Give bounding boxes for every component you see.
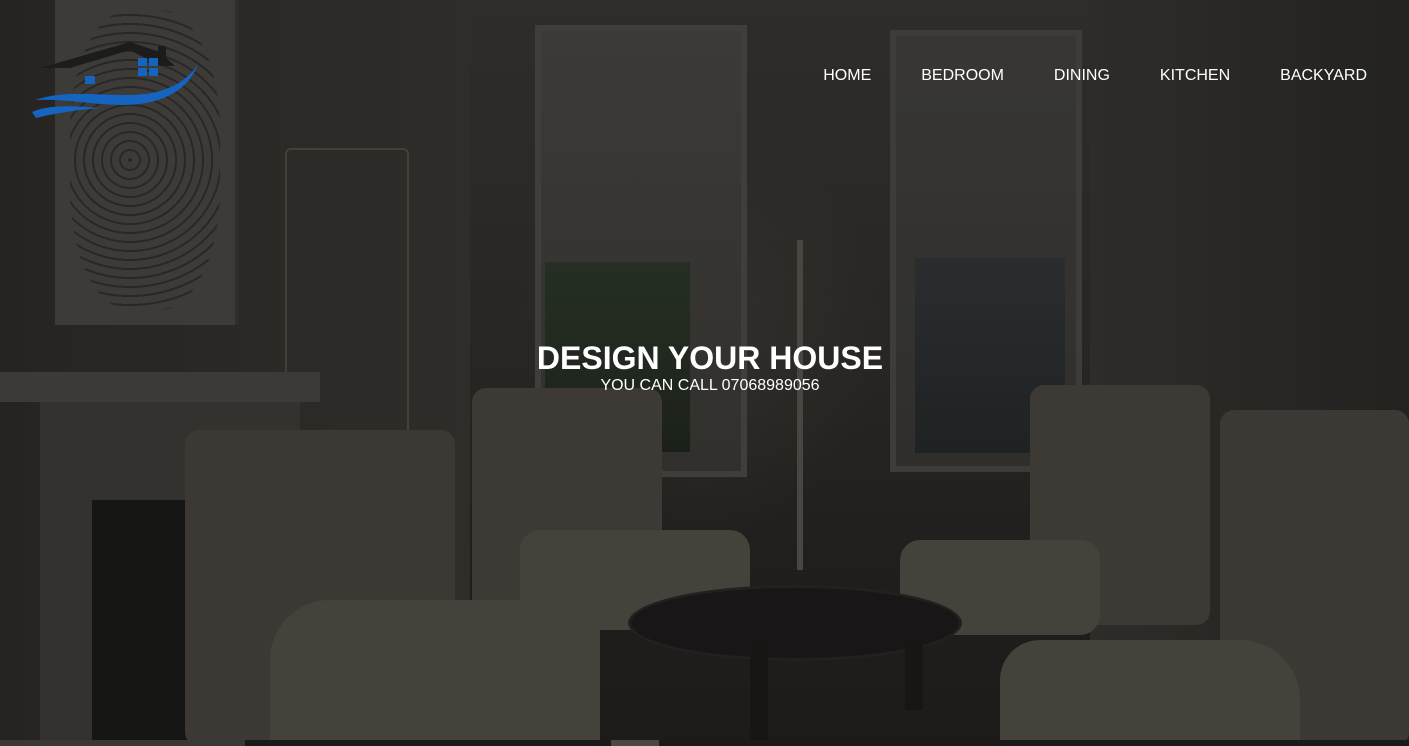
bottom-scroll-thumb[interactable] xyxy=(611,740,659,746)
site-logo[interactable] xyxy=(30,38,200,120)
house-wave-logo-icon xyxy=(32,42,198,118)
nav-item-home[interactable]: HOME xyxy=(823,66,871,86)
hero-title: DESIGN YOUR HOUSE xyxy=(536,340,884,376)
hero-subtitle: YOU CAN CALL 07068989056 xyxy=(600,377,820,394)
main-nav: HOME BEDROOM DINING KITCHEN BACKYARD xyxy=(823,66,1367,86)
nav-item-bedroom[interactable]: BEDROOM xyxy=(921,66,1004,86)
nav-item-kitchen[interactable]: KITCHEN xyxy=(1160,66,1230,86)
bottom-scroll-segment xyxy=(0,740,245,746)
nav-item-dining[interactable]: DINING xyxy=(1054,66,1110,86)
nav-item-backyard[interactable]: BACKYARD xyxy=(1280,66,1367,86)
